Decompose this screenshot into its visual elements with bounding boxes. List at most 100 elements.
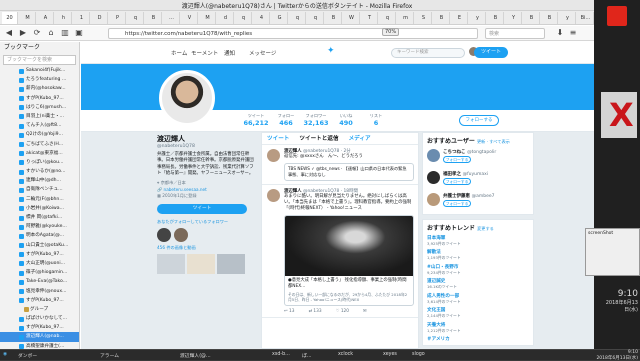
bookmark-item[interactable]: 自衛隊ベンチュ... (0, 185, 79, 194)
taskbar-item[interactable]: slogo (412, 352, 425, 357)
nav-moments[interactable]: モーメント (191, 49, 218, 57)
browser-tab[interactable]: T (362, 12, 378, 24)
bookmark-item[interactable]: ぱぱけいかなして... (0, 314, 79, 323)
bookmark-item[interactable]: 篠子(@hiogamin... (0, 268, 79, 277)
browser-tab[interactable]: q (236, 12, 252, 24)
browser-tab[interactable]: m (398, 12, 414, 24)
bookmark-item[interactable]: 大山正明(@uoni... (0, 259, 79, 268)
user-name[interactable]: こちつねこ @tongtapolir (443, 149, 529, 155)
profile-avatar[interactable] (159, 70, 215, 126)
browser-tab[interactable]: W (344, 12, 360, 24)
profile-stat[interactable]: ツイート 66,212 (241, 113, 271, 127)
taskbar-item[interactable]: ぽ… (302, 352, 312, 359)
tweet[interactable]: 渡辺輝人 @nabeteru1Q78 · 18時間 あまりに酷い。明日解が見当た… (262, 185, 418, 318)
taskbar-item[interactable]: 渡辺輝人(@… (180, 352, 211, 359)
profile-name[interactable]: 渡辺輝人 (157, 134, 257, 144)
browser-tab[interactable]: M (20, 12, 36, 24)
taskbar-clock[interactable]: 9:10 2018年6月13日(水) (596, 350, 638, 361)
tweet[interactable]: 渡辺輝人 @nabeteru1Q78 · 2分 返信先: @xxxxさん ん～、… (262, 145, 418, 185)
home-icon[interactable]: ⌂ (46, 28, 56, 38)
taskbar-item[interactable]: xsd-b… (272, 352, 290, 357)
suggested-user[interactable]: 福田孝之 @fuyumaxi フォローする (427, 171, 529, 189)
browser-tab[interactable]: Y (506, 12, 522, 24)
browser-tab[interactable]: B (434, 12, 450, 24)
follow-user-button[interactable]: フォローする (443, 200, 471, 207)
bookmark-item[interactable]: 山口貴士(@otaKu... (0, 241, 79, 250)
bookmark-item[interactable]: 渡辺輝人(@nab... (0, 332, 79, 342)
browser-tab[interactable]: B (542, 12, 558, 24)
browser-tab[interactable]: q (380, 12, 396, 24)
bookmark-item[interactable]: 標井 岡(@tafki... (0, 213, 79, 222)
back-icon[interactable]: ◀ (4, 28, 14, 38)
bookmark-item[interactable]: すがP(Kubo_97... (0, 250, 79, 259)
follower-avatar[interactable] (157, 227, 171, 242)
nav-home[interactable]: ホーム (171, 49, 187, 57)
follow-user-button[interactable]: フォローする (443, 178, 471, 185)
trend-item[interactable]: 文化王国 2,144件のツイート (427, 307, 529, 319)
twitter-search-input[interactable]: キーワード検索 (391, 48, 465, 58)
quoted-tweet[interactable]: TBS NEWS ✓ @tbs_news · 【速報】山口県の日本代表の緊急事態… (284, 163, 414, 181)
browser-tab[interactable]: q (290, 12, 306, 24)
nav-notifications[interactable]: 通知 (224, 49, 235, 57)
tab-tweets[interactable]: ツイート (262, 133, 294, 145)
bookmark-item[interactable]: すがP(Kubo_97... (0, 94, 79, 103)
bookmark-item[interactable]: たろうfeaturing ... (0, 75, 79, 84)
follow-user-button[interactable]: フォローする (443, 156, 471, 163)
window-titlebar[interactable]: 渡辺輝人(@nabeteru1Q78)さん | Twitterからの送信ボタンテ… (0, 0, 594, 11)
user-avatar[interactable] (427, 171, 440, 184)
suggested-user[interactable]: 弁護士伊藤恵 @ambee7 フォローする (427, 193, 529, 211)
taskbar-item[interactable]: xeyes (383, 352, 397, 357)
browser-tab[interactable]: h (56, 12, 72, 24)
browser-search-input[interactable]: 検索 (485, 28, 545, 39)
profile-stat[interactable]: フォロワー 32,163 (301, 113, 331, 127)
browser-tab[interactable]: E (452, 12, 468, 24)
profile-stat[interactable]: いいね 490 (331, 113, 361, 127)
browser-tab[interactable]: 1 (74, 12, 90, 24)
trend-item[interactable]: 成人男性の一部 3,614件のツイート (427, 293, 529, 305)
browser-tab[interactable]: y (560, 12, 576, 24)
trend-item[interactable]: 解散法 1,193件のツイート (427, 249, 529, 261)
taskbar-item[interactable]: ダンボー (18, 352, 37, 359)
bookmark-item[interactable]: 目羽上(ni薬士・... (0, 112, 79, 121)
browser-tab[interactable]: B (326, 12, 342, 24)
bookmark-item[interactable]: りっぽい(@kou... (0, 158, 79, 167)
bookmark-item[interactable]: てんチ入(@ft8... (0, 121, 79, 130)
browser-tab[interactable]: Bi… (578, 12, 594, 24)
bookmark-item[interactable]: 薪内(@hosokaw... (0, 84, 79, 93)
bookmark-item[interactable]: Sakanoi4f(Fujik... (0, 66, 79, 75)
media-link[interactable]: 456 件の画像と動画 (157, 245, 257, 251)
bookmark-item[interactable]: Take-Eva(@Tako... (0, 277, 79, 286)
trend-item[interactable]: 天養大将 1,212件のツイート (427, 322, 529, 334)
profile-stat[interactable]: リスト 6 (361, 113, 391, 127)
browser-tab[interactable]: M (200, 12, 216, 24)
bookmark-item[interactable]: 二輪元(F(@bhn... (0, 195, 79, 204)
tweet-avatar[interactable] (267, 188, 280, 202)
media-thumb[interactable] (187, 253, 215, 274)
trend-item[interactable]: #山口・長野市 9,234件のツイート (427, 264, 529, 276)
bookmark-item[interactable]: Q2けの(@Yoji9... (0, 130, 79, 139)
url-field[interactable]: https://twitter.com/nabeteru1Q78/with_re… (108, 28, 478, 39)
browser-tab[interactable]: S (416, 12, 432, 24)
browser-tab[interactable]: B (488, 12, 504, 24)
user-name[interactable]: 福田孝之 @fuyumaxi (443, 171, 529, 177)
browser-tab[interactable]: B (524, 12, 540, 24)
sidebar-icon[interactable]: ▣ (74, 28, 84, 38)
dm-icon[interactable]: ✉ (363, 309, 367, 314)
suggested-user[interactable]: こちつねこ @tongtapolir フォローする (427, 149, 529, 167)
trend-item[interactable]: 日本海軍 3,925件のツイート (427, 235, 529, 247)
bookmark-item[interactable]: ごちばてふさ(H... (0, 140, 79, 149)
browser-tab[interactable]: G (272, 12, 288, 24)
browser-tab[interactable]: V (182, 12, 198, 24)
trend-item[interactable]: ＃アメリカ (427, 336, 529, 342)
follow-button[interactable]: フォローする (459, 115, 499, 126)
bookmark-item[interactable]: 阿野雅(@kyouke... (0, 222, 79, 231)
link-card[interactable]: ●意見大成「本格し上書う」 残化指導額、事業上の強制(時間都NEX... その日… (284, 214, 414, 306)
tweet-avatar[interactable] (267, 149, 280, 162)
bookmark-item[interactable]: 連輝山中(@dh... (0, 176, 79, 185)
bookmark-item[interactable]: すがP(Kubo_97... (0, 296, 79, 305)
trend-item[interactable]: 道辺誠史 16.1Kのツイート (427, 278, 529, 290)
start-menu-icon[interactable]: ◉ (3, 352, 7, 357)
zoom-level[interactable]: 70% (382, 28, 400, 36)
bookmark-item[interactable]: すがP(Kubo_97... (0, 323, 79, 332)
library-icon[interactable]: ▥ (60, 28, 70, 38)
